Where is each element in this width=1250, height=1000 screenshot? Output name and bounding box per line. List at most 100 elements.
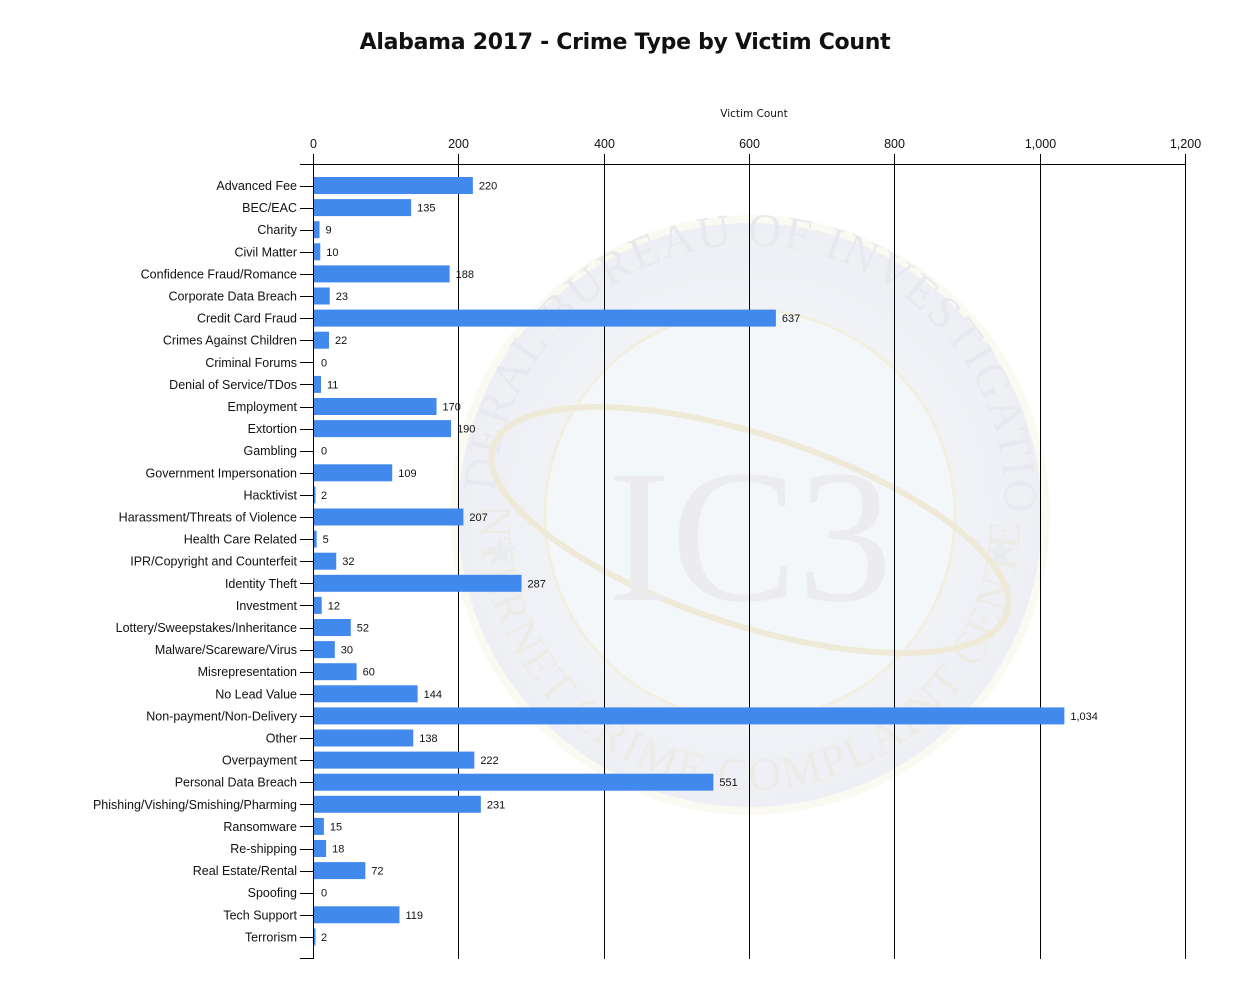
category-label: Civil Matter [234,245,297,259]
data-label: 72 [371,866,383,878]
data-label: 0 [321,446,327,458]
data-label: 22 [335,335,347,347]
category-label: Ransomware [223,820,297,834]
category-label: Identity Theft [225,577,298,591]
bar [314,817,324,835]
data-label: 138 [419,733,437,745]
data-label: 15 [330,821,342,833]
data-label: 551 [719,777,737,789]
bar [314,840,327,857]
bar [314,795,481,813]
category-label: Lottery/Sweepstakes/Inheritance [116,621,297,635]
category-label: Phishing/Vishing/Smishing/Pharming [93,798,297,812]
category-label: Spoofing [248,886,297,900]
data-label: 1,034 [1070,711,1098,723]
category-label: Personal Data Breach [175,776,297,790]
x-axis-title: Victim Count [720,108,787,120]
category-label: Corporate Data Breach [168,290,297,304]
data-label: 287 [528,578,546,590]
data-label: 220 [479,181,497,193]
data-label: 5 [323,534,329,546]
category-label: Overpayment [222,754,298,768]
bar [314,928,316,946]
data-label: 2 [321,490,327,502]
data-label: 144 [424,689,442,701]
bar [314,508,464,526]
bar [314,862,366,880]
x-tick-label: 0 [310,137,317,151]
data-label: 188 [456,269,474,281]
category-label: Advanced Fee [216,179,297,193]
category-label: Confidence Fraud/Romance [141,267,297,281]
x-tick-label: 400 [594,137,615,151]
category-label: Non-payment/Non-Delivery [146,709,298,723]
category-label: Misrepresentation [198,665,297,679]
data-label: 109 [398,468,416,480]
bar [314,221,320,239]
category-label: Charity [257,223,297,237]
bar [314,596,322,614]
data-label: 222 [480,755,498,767]
bar [314,729,414,747]
category-label: Malware/Scareware/Virus [155,643,297,657]
bar [314,375,321,393]
category-label: Re-shipping [230,842,297,856]
category-label: Denial of Service/TDos [169,378,297,392]
category-label: Criminal Forums [205,356,297,370]
data-label: 60 [363,667,375,679]
x-tick-label: 1,200 [1170,137,1201,151]
seal-left-star: ★ [482,530,518,574]
data-label: 170 [443,402,461,414]
bar [314,331,329,349]
bar [314,464,393,482]
x-tick-label: 1,000 [1025,137,1056,151]
bar-chart: FEDERAL BUREAU OF INVESTIGATION INTERNET… [0,0,1201,959]
category-label: Terrorism [245,930,297,944]
data-label: 10 [326,247,338,259]
bar [314,199,412,217]
seal-right-star: ★ [982,530,1018,574]
data-label: 207 [469,512,487,524]
x-tick-label: 200 [448,137,469,151]
category-label: No Lead Value [215,687,297,701]
category-label: Hacktivist [244,488,298,502]
category-label: Government Impersonation [146,466,298,480]
bar [314,751,475,769]
category-label: Crimes Against Children [163,334,297,348]
bar [314,707,1065,725]
bar [314,685,418,703]
category-label: Real Estate/Rental [193,864,297,878]
bar [314,552,337,570]
data-label: 637 [782,313,800,325]
data-label: 18 [332,844,344,856]
category-label: Employment [228,400,298,414]
category-label: Health Care Related [184,533,297,547]
bar [314,906,400,924]
bar [314,641,335,659]
x-tick-label: 600 [739,137,760,151]
category-label: Credit Card Fraud [197,312,297,326]
data-label: 11 [327,379,338,391]
bar [314,177,473,194]
category-label: Gambling [244,444,298,458]
bar [314,398,437,415]
data-label: 119 [405,910,423,922]
data-label: 9 [326,225,332,237]
ic3-seal-watermark: FEDERAL BUREAU OF INVESTIGATION INTERNET… [0,0,1050,815]
category-label: BEC/EAC [242,201,297,215]
category-label: IPR/Copyright and Counterfeit [130,555,297,569]
data-label: 0 [321,357,327,369]
data-label: 23 [336,291,348,303]
category-label: Tech Support [223,908,297,922]
data-label: 52 [357,623,369,635]
category-label: Investment [236,599,298,613]
bar [314,773,714,791]
data-label: 0 [321,888,327,900]
bar [314,530,317,548]
bar [314,574,522,592]
x-axis-ticks: 0 200 400 600 800 1,000 1,200 [310,137,1201,164]
x-tick-label: 800 [884,137,905,151]
category-labels: Advanced Fee BEC/EAC Charity Civil Matter Co… [93,179,298,944]
bar [314,420,452,438]
bar [314,243,321,261]
